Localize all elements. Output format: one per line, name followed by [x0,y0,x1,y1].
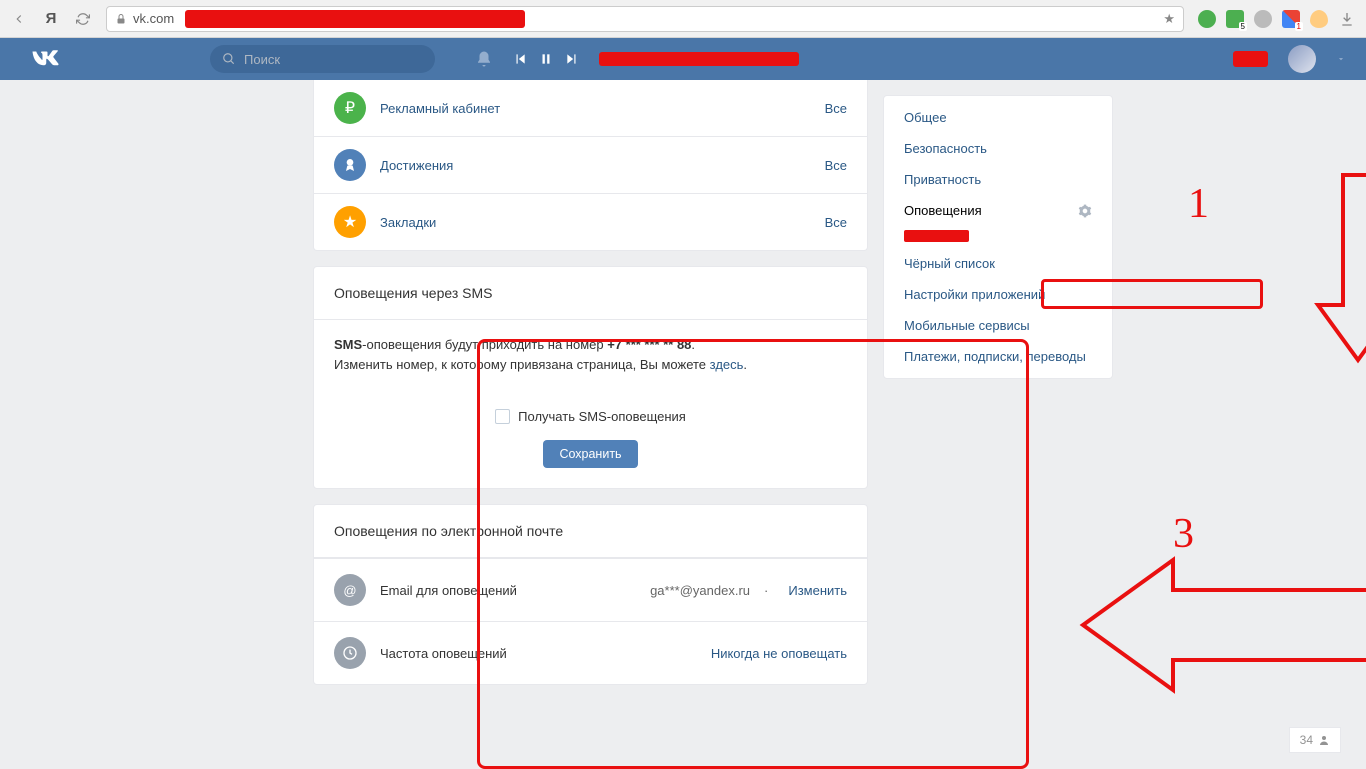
sidebar-blacklist[interactable]: Чёрный список [884,248,1112,279]
bookmark-star-icon[interactable]: ★ [1163,11,1175,27]
menu-bookmarks[interactable]: ★ Закладки Все [314,194,867,250]
achievement-icon [334,149,366,181]
reload-button[interactable] [74,10,92,28]
lock-icon [115,13,127,25]
pause-icon[interactable] [539,52,553,66]
vk-header: Поиск [0,38,1366,80]
gear-icon[interactable] [1078,204,1092,218]
notifications-icon[interactable] [475,50,493,68]
browser-toolbar: Я vk.com ★ 5 1 [0,0,1366,38]
annotation-3: 3 [1173,510,1194,558]
url-text: vk.com [133,11,174,26]
sidebar-redaction [904,230,969,242]
back-button[interactable] [10,10,28,28]
chevron-down-icon[interactable] [1336,54,1346,64]
clock-icon [334,637,366,669]
sidebar-general[interactable]: Общее [884,102,1112,133]
avatar[interactable] [1288,45,1316,73]
extensions: 5 1 [1198,10,1356,28]
username-redaction [1233,51,1268,67]
track-redaction [599,52,799,66]
annotation-box-main [477,339,1029,769]
menu-ads[interactable]: ₽ Рекламный кабинет Все [314,80,867,137]
url-bar[interactable]: vk.com ★ [106,6,1184,32]
star-icon: ★ [334,206,366,238]
vk-logo[interactable] [20,50,210,68]
downloads-icon[interactable] [1338,10,1356,28]
annotation-1: 1 [1188,180,1209,228]
person-icon [1318,734,1330,746]
ext-translate-icon[interactable]: 1 [1282,10,1300,28]
sidebar-notifications[interactable]: Оповещения [884,195,1112,226]
ext-globe-icon[interactable] [1254,10,1272,28]
search-icon [222,52,236,66]
annotation-box-sidebar [1041,279,1263,309]
ext-shield-icon[interactable] [1198,10,1216,28]
search-placeholder: Поиск [244,52,280,67]
menu-achievements[interactable]: Достижения Все [314,137,867,194]
ruble-icon: ₽ [334,92,366,124]
url-redaction [185,10,525,28]
nav-card: ₽ Рекламный кабинет Все Достижения Все ★… [313,80,868,251]
sidebar-mobile[interactable]: Мобильные сервисы [884,310,1112,341]
sidebar-security[interactable]: Безопасность [884,133,1112,164]
yandex-button[interactable]: Я [42,10,60,28]
settings-sidebar: Общее Безопасность Приватность Оповещени… [883,95,1113,379]
arrow-down-icon [1313,170,1366,370]
friends-online-badge[interactable]: 34 [1289,727,1341,753]
arrow-left-icon [1073,550,1366,700]
sidebar-privacy[interactable]: Приватность [884,164,1112,195]
search-input[interactable]: Поиск [210,45,435,73]
ext-download-icon[interactable]: 5 [1226,10,1244,28]
prev-track-icon[interactable] [513,52,527,66]
next-track-icon[interactable] [565,52,579,66]
ext-egg-icon[interactable] [1310,10,1328,28]
music-player [513,52,799,66]
sms-title: Оповещения через SMS [314,267,867,320]
at-icon: @ [334,574,366,606]
